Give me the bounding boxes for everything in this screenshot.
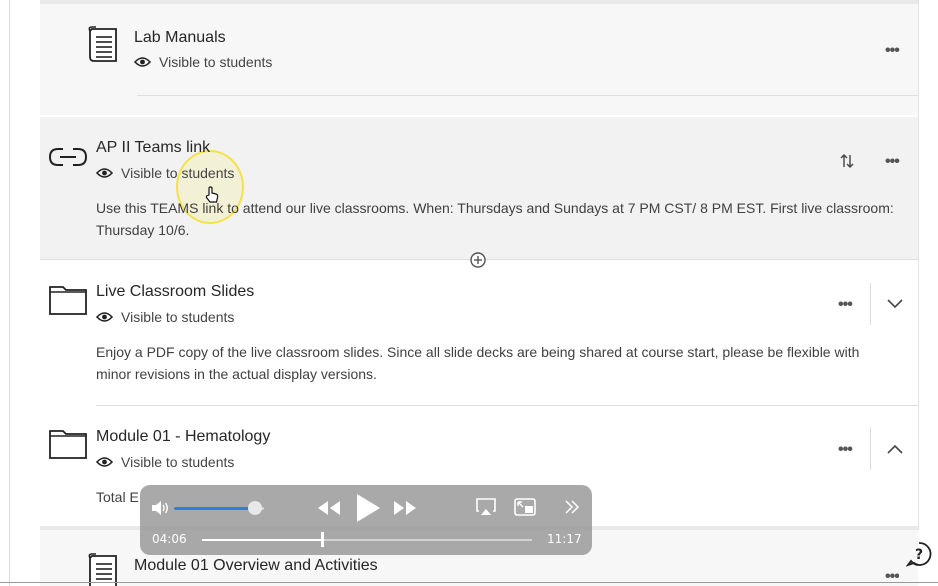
item-title[interactable]: Module 01 Overview and Activities [134,557,378,575]
page-left-border [9,0,10,586]
airplay-icon[interactable] [476,498,496,516]
more-options-button[interactable]: ••• [885,568,899,582]
eye-icon [96,312,113,322]
eye-icon [96,457,113,467]
divider [96,405,918,406]
item-title[interactable]: Lab Manuals [134,29,226,47]
divider [137,95,918,96]
volume-icon[interactable] [150,500,170,516]
more-options-button[interactable]: ••• [838,441,853,459]
visibility-status: Visible to students [96,165,234,181]
chevron-down-icon[interactable] [886,298,904,310]
folder-icon [49,286,87,315]
volume-slider-handle[interactable] [248,501,262,515]
rewind-icon[interactable] [316,499,342,517]
visibility-status: Visible to students [96,454,234,470]
more-options-button[interactable]: ••• [885,153,900,171]
help-icon[interactable]: ? [906,541,932,567]
add-icon[interactable] [470,252,486,268]
play-icon[interactable] [354,492,382,524]
chevron-up-icon[interactable] [886,443,904,455]
double-chevron-right-icon[interactable] [564,500,580,514]
item-title[interactable]: Live Classroom Slides [96,283,254,301]
bottom-border [0,582,938,583]
separator [870,283,871,325]
more-options-button[interactable]: ••• [885,42,900,60]
duration: 11:17 [547,532,582,546]
eye-icon [96,168,113,178]
document-icon [88,553,117,586]
item-title[interactable]: Module 01 - Hematology [96,428,270,446]
visibility-status: Visible to students [96,309,234,325]
visibility-label: Visible to students [121,165,235,181]
visibility-label: Visible to students [159,54,273,70]
more-options-button[interactable]: ••• [838,296,853,314]
volume-level [174,507,255,510]
folder-icon [49,430,87,459]
visibility-status: Visible to students [134,54,272,70]
picture-in-picture-icon[interactable] [514,498,536,516]
video-player[interactable]: 04:06 11:17 [140,485,592,555]
item-title[interactable]: AP II Teams link [96,139,210,157]
visibility-label: Visible to students [121,454,235,470]
link-icon [48,148,88,166]
progress-handle[interactable] [321,532,325,547]
fast-forward-icon[interactable] [392,499,418,517]
reorder-icon[interactable] [840,153,854,169]
eye-icon [134,57,151,67]
svg-text:?: ? [915,547,923,563]
item-description: Enjoy a PDF copy of the live classroom s… [96,344,860,382]
progress-played [202,539,323,541]
visibility-label: Visible to students [121,309,235,325]
page-right-border [918,0,919,530]
item-description: Use this TEAMS link to attend our live c… [96,200,894,238]
document-icon [88,26,117,62]
separator [870,428,871,470]
current-time: 04:06 [152,532,187,546]
